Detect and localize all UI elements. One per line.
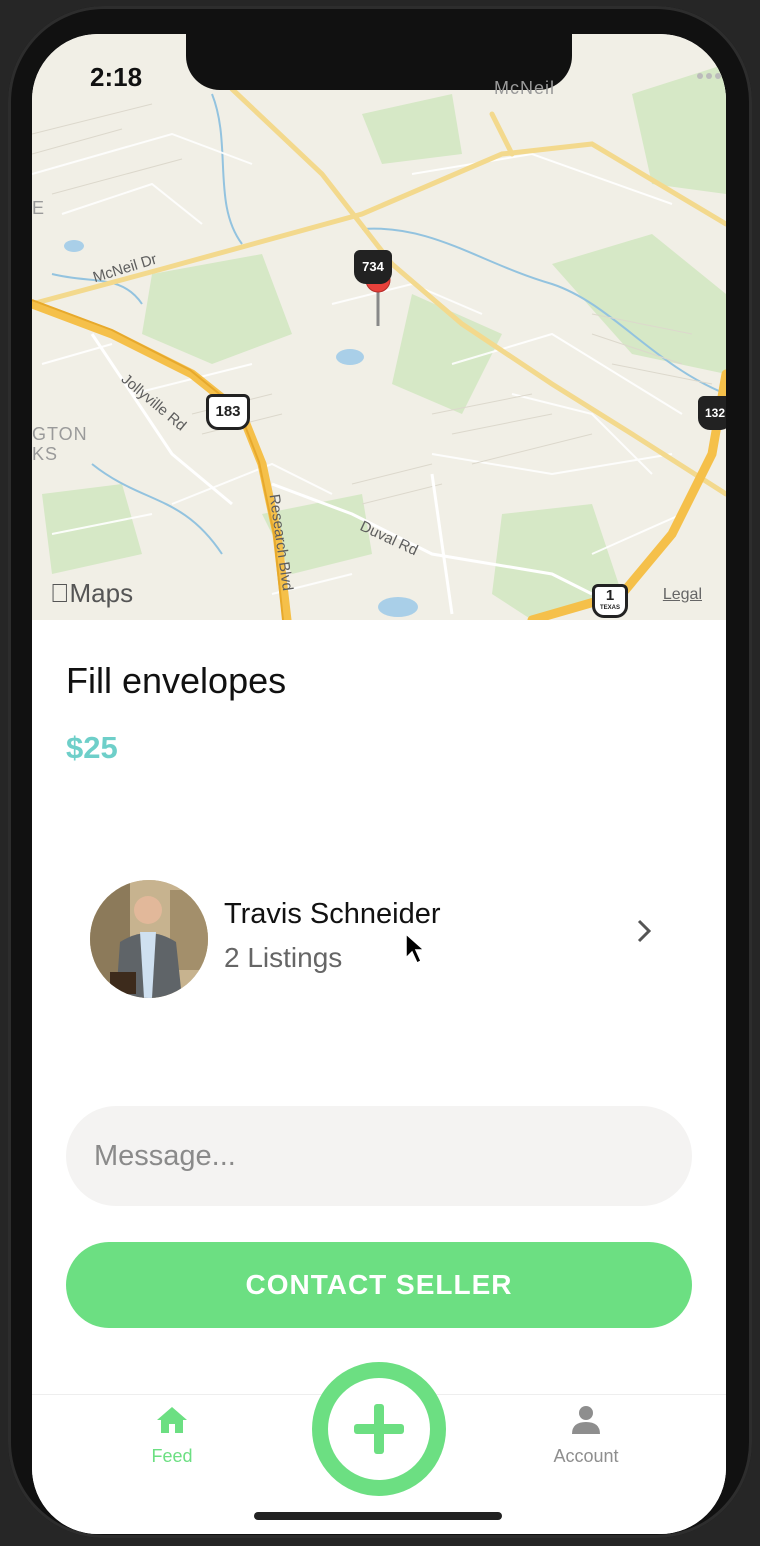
highway-734-shield: 734: [354, 250, 392, 284]
seller-avatar: [90, 880, 208, 998]
maps-label: Maps: [50, 578, 134, 608]
legal-link[interactable]: Legal: [663, 586, 702, 604]
highway-1-number: 1: [605, 587, 615, 604]
highway-1325-shield: 132: [698, 396, 726, 430]
tab-account[interactable]: Account: [526, 1405, 646, 1467]
seller-listings-count: 2 Listings: [224, 942, 343, 973]
map-view[interactable]: 2:18 McNeil McNeil Dr Jollyville Rd Rese…: [32, 34, 726, 620]
highway-1-state: TEXAS: [599, 605, 620, 611]
tab-feed-label: Feed: [151, 1446, 193, 1466]
plus-icon: [354, 1404, 404, 1454]
map-label-e: E: [32, 198, 46, 218]
map-label-gton: GTON: [32, 424, 88, 444]
seller-name: Travis Schneider: [224, 898, 441, 930]
listing-title: Fill envelopes: [66, 660, 287, 701]
tab-account-label: Account: [553, 1446, 619, 1466]
add-listing-button[interactable]: [312, 1362, 446, 1496]
listing-price: $25: [66, 730, 118, 765]
apple-icon: : [50, 578, 70, 608]
chevron-right-icon: [636, 918, 652, 952]
person-icon: [572, 1406, 600, 1434]
home-icon: [157, 1407, 187, 1433]
mouse-cursor-icon: [405, 932, 426, 965]
tab-feed[interactable]: Feed: [112, 1405, 232, 1467]
apple-maps-logo: Maps: [50, 578, 133, 609]
map-label-ks: KS: [32, 444, 59, 464]
highway-1-shield: 1 TEXAS: [592, 584, 628, 618]
map-label-mcneil: McNeil: [494, 78, 556, 98]
signal-icon: [697, 73, 726, 79]
home-indicator: [254, 1512, 502, 1520]
contact-seller-button[interactable]: CONTACT SELLER: [66, 1242, 692, 1328]
message-input[interactable]: [66, 1106, 692, 1206]
highway-183-shield: 183: [206, 394, 250, 430]
status-time: 2:18: [90, 62, 143, 92]
screen: 2:18 McNeil McNeil Dr Jollyville Rd Rese…: [32, 34, 726, 1534]
seller-row[interactable]: Travis Schneider 2 Listings: [90, 880, 670, 998]
